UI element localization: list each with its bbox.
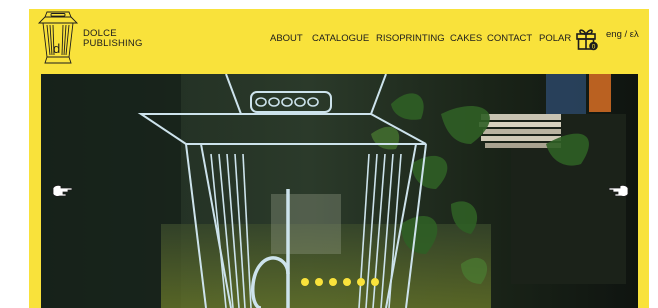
page: d DOLCE PUBLISHING ABOUT CATALOGUE RISOP… — [29, 9, 649, 308]
carousel-dot-5[interactable] — [357, 278, 365, 286]
carousel-dot-3[interactable] — [329, 278, 337, 286]
gift-icon[interactable]: 0 — [575, 25, 599, 51]
pointing-hand-right-icon[interactable] — [608, 184, 630, 198]
carousel-dot-6[interactable] — [371, 278, 379, 286]
nav-item-contact[interactable]: CONTACT — [487, 33, 532, 44]
main-nav: ABOUT CATALOGUE RISOPRINTING CAKES CONTA… — [29, 9, 649, 71]
pointing-hand-left-icon[interactable] — [51, 184, 73, 198]
hero-carousel — [41, 74, 638, 308]
nav-item-polar[interactable]: POLAR — [539, 33, 571, 44]
hero-slide-image — [41, 74, 638, 308]
carousel-dot-1[interactable] — [301, 278, 309, 286]
nav-item-catalogue[interactable]: CATALOGUE — [312, 33, 369, 44]
language-switch[interactable]: eng / ελ — [606, 29, 639, 40]
carousel-dot-4[interactable] — [343, 278, 351, 286]
carousel-dot-2[interactable] — [315, 278, 323, 286]
cart-count: 0 — [592, 44, 596, 51]
nav-item-cakes[interactable]: CAKES — [450, 33, 482, 44]
nav-item-about[interactable]: ABOUT — [270, 33, 303, 44]
carousel-dots — [301, 278, 381, 288]
nav-item-risoprinting[interactable]: RISOPRINTING — [376, 33, 445, 44]
